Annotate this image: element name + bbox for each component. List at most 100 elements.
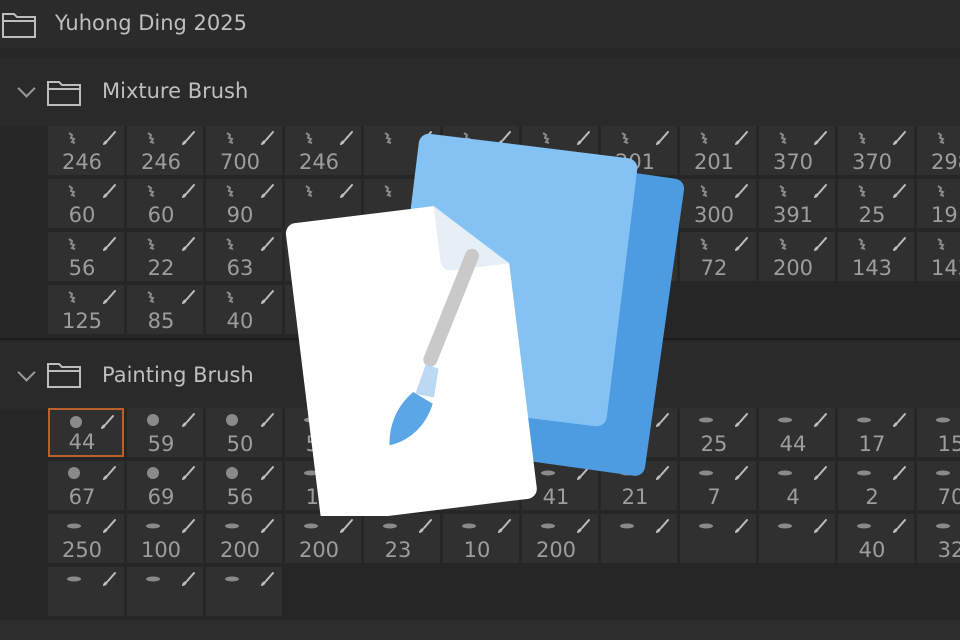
brush-tip-icon	[66, 571, 82, 587]
brush-preset[interactable]: 67	[48, 461, 124, 510]
paintbrush-icon	[417, 518, 433, 534]
brush-preset[interactable]: 59	[127, 408, 203, 457]
paintbrush-icon	[180, 518, 196, 534]
brush-size-label: 67	[68, 485, 96, 509]
brush-tip-icon	[777, 236, 793, 252]
brush-preset[interactable]: 40	[838, 514, 914, 563]
brush-tip-icon	[224, 236, 240, 252]
brush-preset[interactable]: 298	[917, 126, 960, 175]
brush-preset[interactable]: 200	[759, 232, 835, 281]
brush-size-label: 60	[68, 203, 96, 227]
brush-preset[interactable]: 40	[206, 285, 282, 334]
brush-preset[interactable]: 90	[206, 179, 282, 228]
brush-size-label: 200	[219, 538, 261, 562]
brush-tip-icon	[619, 518, 635, 534]
brush-preset[interactable]: 10	[443, 514, 519, 563]
paintbrush-icon	[812, 412, 828, 428]
folder-icon	[47, 81, 81, 106]
brush-preset[interactable]: 60	[48, 179, 124, 228]
brush-preset[interactable]: 143	[838, 232, 914, 281]
brush-preset[interactable]: 23	[364, 514, 440, 563]
brush-preset[interactable]: 85	[127, 285, 203, 334]
brush-preset[interactable]: 391	[759, 179, 835, 228]
brush-tip-icon	[777, 412, 793, 428]
paintbrush-icon	[180, 130, 196, 146]
paintbrush-icon	[733, 412, 749, 428]
brush-preset[interactable]: 50	[206, 408, 282, 457]
brush-preset[interactable]	[206, 567, 282, 616]
brush-preset[interactable]: 44	[759, 408, 835, 457]
brush-size-label: 40	[226, 309, 254, 333]
brush-preset[interactable]: 25	[838, 179, 914, 228]
brush-tip-icon	[698, 183, 714, 199]
brush-preset[interactable]: 56	[48, 232, 124, 281]
brush-preset[interactable]: 370	[759, 126, 835, 175]
brush-size-label: 201	[693, 150, 735, 174]
brush-preset[interactable]	[127, 567, 203, 616]
brush-preset[interactable]: 22	[127, 232, 203, 281]
brush-tip-icon	[145, 183, 161, 199]
chevron-down-icon[interactable]	[17, 363, 36, 382]
brush-preset[interactable]: 17	[838, 408, 914, 457]
brush-preset[interactable]: 2	[838, 461, 914, 510]
folder-icon	[47, 363, 81, 388]
root-folder-header[interactable]: Yuhong Ding 2025	[0, 0, 960, 48]
brush-size-label: 44	[779, 432, 807, 456]
paintbrush-icon	[180, 412, 196, 428]
brush-preset[interactable]: 63	[206, 232, 282, 281]
paintbrush-icon	[101, 518, 117, 534]
brush-preset[interactable]: 69	[127, 461, 203, 510]
paintbrush-icon	[259, 130, 275, 146]
paintbrush-icon	[733, 183, 749, 199]
brush-preset[interactable]: 60	[127, 179, 203, 228]
brush-preset[interactable]	[601, 514, 677, 563]
brush-preset[interactable]: 15	[917, 408, 960, 457]
brush-preset[interactable]: 201	[680, 126, 756, 175]
brush-preset[interactable]: 700	[206, 126, 282, 175]
brush-tip-icon	[856, 236, 872, 252]
brush-preset[interactable]	[759, 514, 835, 563]
paintbrush-icon	[101, 465, 117, 481]
brush-preset[interactable]: 100	[127, 514, 203, 563]
chevron-down-icon[interactable]	[17, 79, 36, 98]
paintbrush-icon	[733, 465, 749, 481]
paintbrush-icon	[259, 518, 275, 534]
brush-preset[interactable]: 72	[680, 232, 756, 281]
brush-preset[interactable]: 200	[522, 514, 598, 563]
group-title: Painting Brush	[102, 363, 254, 387]
brush-preset[interactable]: 200	[285, 514, 361, 563]
group-header-mixture-brush[interactable]: Mixture Brush	[0, 58, 960, 126]
brush-preset[interactable]: 32	[917, 514, 960, 563]
brush-tip-icon	[145, 518, 161, 534]
brush-preset[interactable]: 7	[680, 461, 756, 510]
brush-preset[interactable]: 246	[127, 126, 203, 175]
brush-preset[interactable]: 370	[838, 126, 914, 175]
brush-tip-icon	[224, 130, 240, 146]
brush-preset[interactable]: 56	[206, 461, 282, 510]
brush-preset[interactable]: 200	[206, 514, 282, 563]
brush-preset[interactable]	[680, 514, 756, 563]
brush-size-label: 23	[384, 538, 412, 562]
brush-preset[interactable]: 25	[680, 408, 756, 457]
brush-preset[interactable]: 250	[48, 514, 124, 563]
brush-tip-icon	[935, 518, 951, 534]
paintbrush-icon	[180, 289, 196, 305]
brush-preset[interactable]: 4	[759, 461, 835, 510]
brush-preset[interactable]: 125	[48, 285, 124, 334]
selected-brush-preset[interactable]: 44	[48, 408, 124, 457]
brush-preset[interactable]: 300	[680, 179, 756, 228]
brush-size-label: 90	[226, 203, 254, 227]
brush-preset[interactable]: 70	[917, 461, 960, 510]
brush-preset[interactable]	[48, 567, 124, 616]
brush-preset[interactable]: 246	[48, 126, 124, 175]
paintbrush-icon	[259, 289, 275, 305]
brush-tip-icon	[777, 465, 793, 481]
brush-preset[interactable]: 143	[917, 232, 960, 281]
paintbrush-icon	[891, 412, 907, 428]
brush-tip-icon	[935, 236, 951, 252]
brush-tip-icon	[66, 465, 82, 481]
brush-size-label: 56	[226, 485, 254, 509]
brush-preset[interactable]: 191	[917, 179, 960, 228]
brush-size-label: 298	[930, 150, 960, 174]
brush-size-label: 25	[700, 432, 728, 456]
